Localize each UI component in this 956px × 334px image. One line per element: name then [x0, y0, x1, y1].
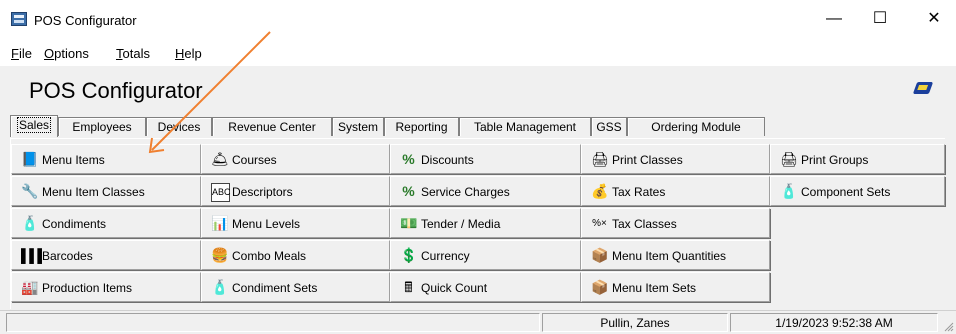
print-classes-button[interactable]: 🖨 Print Classes	[581, 144, 770, 174]
menu-totals[interactable]: Totals	[116, 46, 150, 61]
menu-help[interactable]: Help	[175, 46, 202, 61]
tab-sales[interactable]: Sales	[10, 115, 58, 137]
tab-gss[interactable]: GSS	[591, 117, 627, 136]
app-icon[interactable]	[11, 12, 27, 26]
tab-ordering-module[interactable]: Ordering Module	[627, 117, 765, 136]
title-bar: POS Configurator — ☐ ✕	[0, 0, 956, 42]
menu-bar: File Options Totals Help	[0, 42, 956, 66]
bottles-icon: 🧴	[780, 183, 798, 199]
coins-icon: 💲	[400, 247, 418, 263]
status-user: Pullin, Zanes	[542, 313, 728, 332]
book-icon[interactable]	[912, 82, 934, 94]
minimize-button[interactable]: —	[812, 4, 856, 34]
barcode-icon: ▌▌▌	[21, 248, 47, 263]
tab-system[interactable]: System	[332, 117, 384, 136]
discounts-button[interactable]: % Discounts	[390, 144, 581, 174]
menu-item-quantities-button[interactable]: 📦 Menu Item Quantities	[581, 240, 770, 270]
condiment-sets-button[interactable]: 🧴 Condiment Sets	[201, 272, 390, 302]
menu-items-button[interactable]: 📘 Menu Items	[11, 144, 201, 174]
menu-item-classes-button[interactable]: 🔧 Menu Item Classes	[11, 176, 201, 206]
book-icon: 📘	[21, 151, 39, 167]
tax-rates-button[interactable]: 💰 Tax Rates	[581, 176, 770, 206]
bell-icon: 🛎	[211, 151, 229, 167]
percent-x-icon: %×	[592, 218, 607, 229]
quick-count-button[interactable]: 🖩 Quick Count	[390, 272, 581, 302]
abc-card-icon: ABC	[211, 183, 231, 202]
production-items-button[interactable]: 🏭 Production Items	[11, 272, 201, 302]
print-groups-button[interactable]: 🖨 Print Groups	[770, 144, 945, 174]
bottles-icon: 🧴	[21, 215, 39, 231]
tab-employees[interactable]: Employees	[58, 117, 146, 136]
levels-icon: 📊	[211, 215, 229, 231]
status-datetime: 1/19/2023 9:52:38 AM	[730, 313, 938, 332]
descriptors-button[interactable]: ABC Descriptors	[201, 176, 390, 206]
sales-panel: 📘 Menu Items 🔧 Menu Item Classes 🧴 Condi…	[10, 138, 945, 309]
menu-options[interactable]: Options	[44, 46, 89, 61]
percent-icon: %	[402, 151, 415, 167]
page-title: POS Configurator	[29, 78, 203, 103]
currency-button[interactable]: 💲 Currency	[390, 240, 581, 270]
tab-devices[interactable]: Devices	[146, 117, 212, 136]
menu-levels-button[interactable]: 📊 Menu Levels	[201, 208, 390, 238]
status-message	[6, 313, 540, 332]
bottles-icon: 🧴	[211, 279, 229, 295]
status-bar: Pullin, Zanes 1/19/2023 9:52:38 AM	[0, 310, 956, 334]
package-icon: 📦	[591, 279, 609, 295]
combo-meals-button[interactable]: 🍔 Combo Meals	[201, 240, 390, 270]
tab-table-management[interactable]: Table Management	[459, 117, 591, 136]
component-sets-button[interactable]: 🧴 Component Sets	[770, 176, 945, 206]
money-bag-icon: 💰	[591, 183, 609, 199]
resize-grip[interactable]	[944, 322, 954, 332]
tax-classes-button[interactable]: %× Tax Classes	[581, 208, 770, 238]
tab-reporting[interactable]: Reporting	[384, 117, 459, 136]
cash-icon: 💵	[400, 215, 418, 231]
barcodes-button[interactable]: ▌▌▌ Barcodes	[11, 240, 201, 270]
window-title: POS Configurator	[34, 13, 137, 28]
production-icon: 🏭	[21, 279, 39, 295]
lamp-icon: 🔧	[21, 183, 39, 199]
package-icon: 📦	[591, 247, 609, 263]
printer-icon: 🖨	[780, 151, 798, 167]
tender-media-button[interactable]: 💵 Tender / Media	[390, 208, 581, 238]
courses-button[interactable]: 🛎 Courses	[201, 144, 390, 174]
menu-file[interactable]: File	[11, 46, 32, 61]
header-panel: POS Configurator	[11, 70, 941, 110]
percent-icon: %	[402, 183, 415, 199]
service-charges-button[interactable]: % Service Charges	[390, 176, 581, 206]
combo-icon: 🍔	[211, 247, 229, 263]
close-button[interactable]: ✕	[912, 4, 956, 34]
calculator-icon: 🖩	[404, 279, 413, 295]
menu-item-sets-button[interactable]: 📦 Menu Item Sets	[581, 272, 770, 302]
condiments-button[interactable]: 🧴 Condiments	[11, 208, 201, 238]
tab-revenue-center[interactable]: Revenue Center	[212, 117, 332, 136]
maximize-button[interactable]: ☐	[858, 4, 902, 34]
printer-icon: 🖨	[591, 151, 609, 167]
